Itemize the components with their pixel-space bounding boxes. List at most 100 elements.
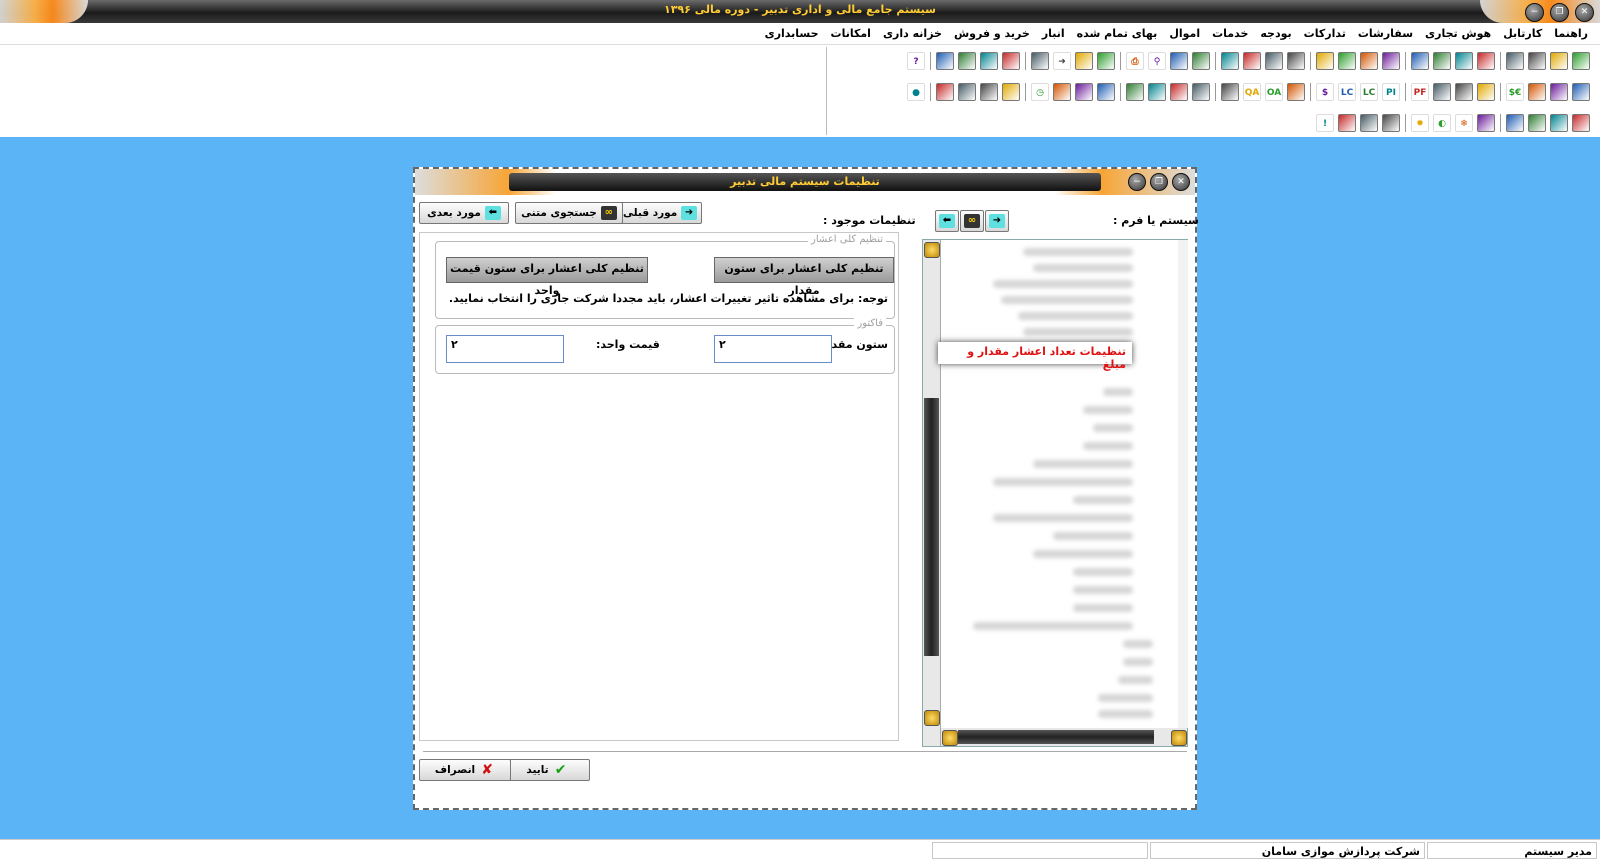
tag-icon[interactable] — [1572, 114, 1590, 132]
help-icon[interactable]: ? — [907, 52, 925, 70]
pi-icon[interactable]: PI — [1382, 83, 1400, 101]
palette-icon[interactable] — [1382, 114, 1400, 132]
folder-icon[interactable] — [1338, 52, 1356, 70]
ledger-icon[interactable] — [1170, 83, 1188, 101]
warning-icon[interactable]: ! — [1316, 114, 1334, 132]
tree-node[interactable] — [993, 478, 1133, 486]
printer-icon[interactable] — [936, 52, 954, 70]
triangle-icon[interactable] — [1221, 83, 1239, 101]
text-search-button[interactable]: ∞ جستجوی متنی — [515, 202, 623, 224]
snowflake-icon[interactable]: ❄ — [1455, 114, 1473, 132]
chart-icon[interactable] — [1455, 52, 1473, 70]
calculator-icon[interactable] — [980, 52, 998, 70]
arrow-icon[interactable]: ➜ — [1053, 52, 1071, 70]
menu-item[interactable]: حسابداری — [759, 27, 825, 40]
flag-icon[interactable] — [1433, 83, 1451, 101]
lc-icon[interactable]: LC — [1338, 83, 1356, 101]
globe-icon[interactable]: ● — [907, 83, 925, 101]
network-icon[interactable] — [1097, 52, 1115, 70]
book-icon[interactable] — [1075, 83, 1093, 101]
tree-node[interactable] — [1001, 296, 1133, 304]
tree-icon[interactable] — [1477, 52, 1495, 70]
bank-icon[interactable] — [1287, 83, 1305, 101]
tree-node[interactable] — [1098, 710, 1153, 718]
menu-item[interactable]: بودجه — [1254, 27, 1297, 40]
binoculars-icon[interactable] — [980, 83, 998, 101]
tree-node[interactable] — [1033, 264, 1133, 272]
list-icon[interactable] — [1243, 52, 1261, 70]
tree-node[interactable] — [1123, 658, 1153, 666]
oa-icon[interactable]: OA — [1265, 83, 1283, 101]
qty-column-input[interactable]: ۲ — [714, 335, 832, 363]
tree-node[interactable] — [1103, 388, 1133, 396]
moon-icon[interactable]: ◐ — [1433, 114, 1451, 132]
tree-node[interactable] — [993, 280, 1133, 288]
horizontal-scroll-thumb[interactable] — [958, 730, 1154, 744]
menu-item[interactable]: خزانه داری — [877, 27, 948, 40]
chart-bar-icon[interactable] — [1477, 114, 1495, 132]
window-icon[interactable] — [1075, 52, 1093, 70]
users-icon[interactable] — [958, 52, 976, 70]
tree-node[interactable] — [1073, 568, 1133, 576]
ledger-icon[interactable] — [1148, 83, 1166, 101]
tree-node[interactable] — [1033, 460, 1133, 468]
forward-arrow-button[interactable]: ➜ — [985, 210, 1009, 232]
tree-node[interactable] — [1083, 442, 1133, 450]
tree-node[interactable] — [993, 514, 1133, 522]
balance-icon[interactable] — [1287, 52, 1305, 70]
scroll-right-icon[interactable] — [1171, 730, 1187, 746]
truck-icon[interactable] — [1097, 83, 1115, 101]
image-icon[interactable] — [1192, 52, 1210, 70]
find-button[interactable]: ∞ — [960, 210, 984, 232]
triangle-icon[interactable] — [1192, 83, 1210, 101]
prev-item-button[interactable]: ➜ مورد قبلی — [618, 202, 702, 224]
table-icon[interactable] — [1265, 52, 1283, 70]
dialog-restore-icon[interactable]: ❐ — [1150, 173, 1168, 191]
tree-node[interactable] — [1098, 694, 1153, 702]
report-icon[interactable] — [1550, 83, 1568, 101]
menu-item[interactable]: بهای تمام شده — [1071, 27, 1164, 40]
menu-item[interactable]: خرید و فروش — [948, 27, 1036, 40]
tools-icon[interactable] — [1053, 83, 1071, 101]
qty-decimals-button[interactable]: تنظیم کلی اعشار برای ستون مقدار — [714, 257, 894, 297]
tree-item-decimal-settings[interactable]: تنظیمات تعداد اعشار مقدار و مبلغ — [938, 342, 1132, 371]
document-icon[interactable] — [1550, 52, 1568, 70]
tree-node[interactable] — [1023, 328, 1133, 336]
image-icon[interactable] — [1170, 52, 1188, 70]
truck-icon[interactable] — [1126, 83, 1144, 101]
book-icon[interactable] — [1382, 52, 1400, 70]
exchange-icon[interactable] — [1031, 52, 1049, 70]
ok-button[interactable]: ✔ تایید — [505, 759, 590, 781]
transfer-icon[interactable] — [1528, 83, 1546, 101]
menu-item[interactable]: راهنما — [1548, 27, 1594, 40]
display-icon[interactable] — [1360, 114, 1378, 132]
tree-node[interactable] — [1093, 424, 1133, 432]
binoculars-icon[interactable] — [1002, 83, 1020, 101]
clock-icon[interactable]: ◷ — [1031, 83, 1049, 101]
scroll-thumb[interactable] — [924, 398, 939, 656]
lc-icon[interactable]: LC — [1360, 83, 1378, 101]
pf-icon[interactable]: PF — [1411, 83, 1429, 101]
price-decimals-button[interactable]: تنظیم کلی اعشار برای ستون قیمت واحد — [446, 257, 648, 297]
tree-node[interactable] — [1123, 640, 1153, 648]
cube-icon[interactable] — [1316, 52, 1334, 70]
book-icon[interactable] — [1550, 114, 1568, 132]
home-icon[interactable] — [1506, 52, 1524, 70]
tree-vertical-scrollbar[interactable] — [923, 240, 941, 746]
tree-node[interactable] — [1018, 312, 1133, 320]
tree-node[interactable] — [1023, 248, 1133, 256]
menu-item[interactable]: اموال — [1163, 27, 1206, 40]
menu-item[interactable]: تدارکات — [1298, 27, 1352, 40]
qa-icon[interactable]: QA — [1243, 83, 1261, 101]
menu-item[interactable]: کارتابل — [1497, 27, 1548, 40]
cash-register-icon[interactable] — [936, 83, 954, 101]
cube-icon[interactable] — [1360, 52, 1378, 70]
close-icon[interactable]: ✕ — [1575, 3, 1594, 22]
menu-item[interactable]: هوش تجاری — [1419, 27, 1497, 40]
menu-item[interactable]: سفارشات — [1352, 27, 1419, 40]
tree-node[interactable] — [1073, 586, 1133, 594]
calculator-icon[interactable] — [1338, 114, 1356, 132]
search-icon[interactable]: ⚲ — [1148, 52, 1166, 70]
file-icon[interactable] — [1506, 114, 1524, 132]
money-icon[interactable] — [1477, 83, 1495, 101]
